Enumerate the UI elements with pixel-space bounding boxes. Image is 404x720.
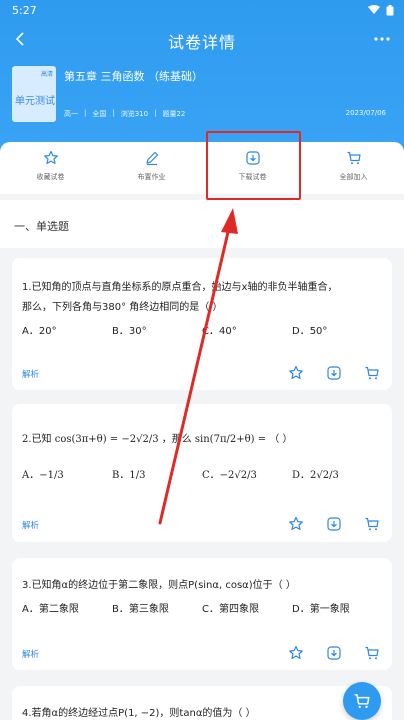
annotation-arrow xyxy=(158,208,238,525)
cart-icon xyxy=(354,694,370,708)
floating-cart-button[interactable] xyxy=(343,682,381,720)
